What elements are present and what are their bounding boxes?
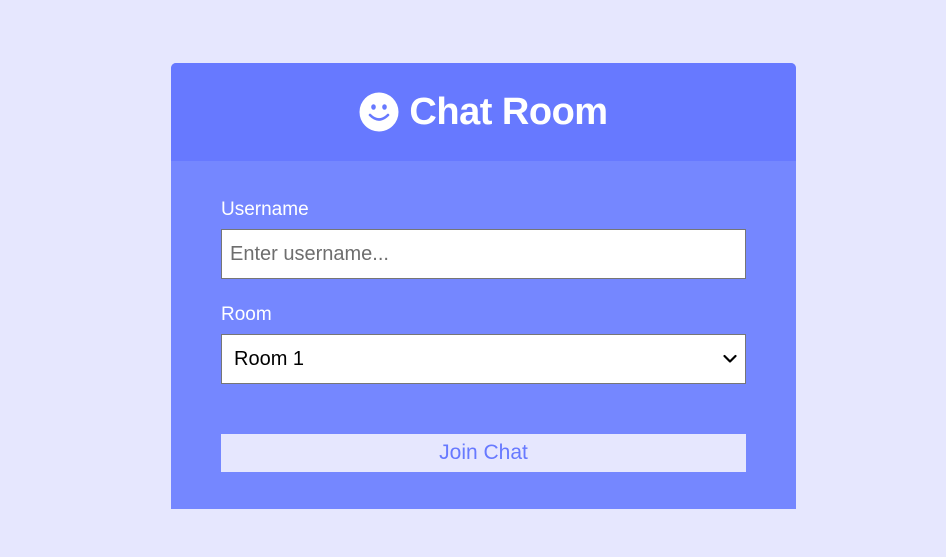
chat-join-card: Chat Room Username Room Room 1 Join Chat	[171, 63, 796, 509]
join-chat-button[interactable]: Join Chat	[221, 434, 746, 472]
smile-icon	[359, 92, 399, 132]
card-header: Chat Room	[171, 63, 796, 161]
chevron-down-icon	[723, 354, 737, 363]
username-label: Username	[221, 199, 309, 220]
page-title: Chat Room	[409, 90, 608, 133]
username-input[interactable]	[221, 229, 746, 279]
room-label: Room	[221, 304, 272, 325]
title-wrap: Chat Room	[359, 90, 608, 134]
room-select[interactable]: Room 1	[221, 334, 746, 384]
room-select-value: Room 1	[234, 347, 305, 370]
